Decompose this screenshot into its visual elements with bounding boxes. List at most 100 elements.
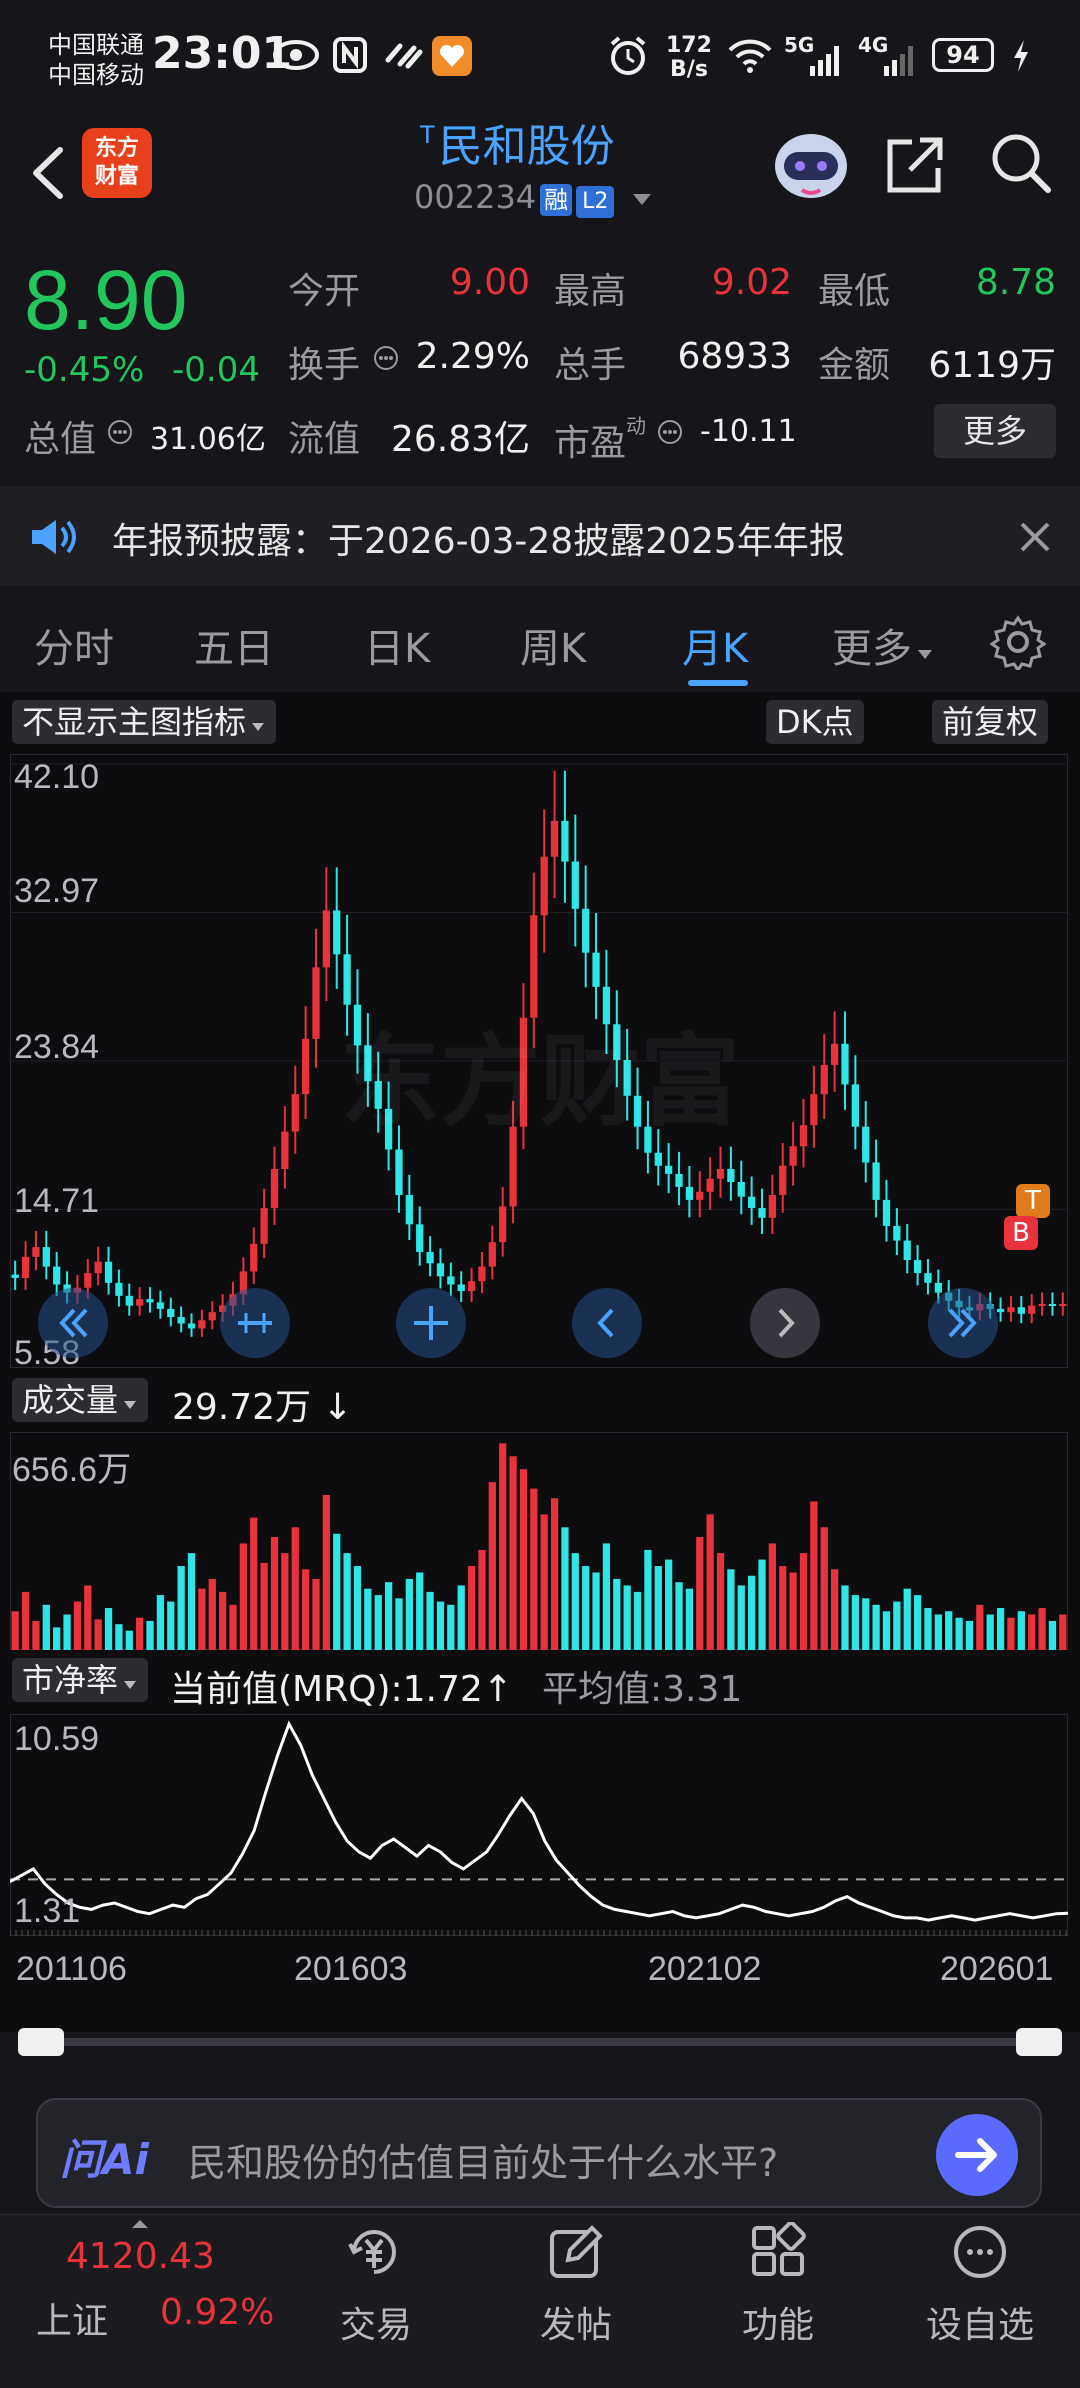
zoom-out-button[interactable] bbox=[220, 1288, 290, 1358]
candle-body bbox=[665, 1165, 673, 1174]
share-icon[interactable] bbox=[882, 132, 948, 198]
volume-bar bbox=[550, 1498, 559, 1650]
logo-line-1: 东方 bbox=[94, 136, 139, 161]
float-cap-label: 流值 bbox=[288, 419, 361, 460]
volume-chart[interactable] bbox=[10, 1432, 1068, 1650]
main-indicator-select[interactable]: 不显示主图指标 bbox=[12, 700, 277, 744]
ai-send-button[interactable] bbox=[936, 2114, 1018, 2196]
ai-question-bar[interactable]: 问Ai 民和股份的估值目前处于什么水平? bbox=[36, 2098, 1042, 2208]
volume-bar bbox=[167, 1601, 175, 1650]
index-name[interactable]: 上证 bbox=[36, 2292, 108, 2344]
range-slider-left-handle[interactable] bbox=[18, 2028, 64, 2056]
function-grid-icon[interactable] bbox=[748, 2222, 808, 2282]
info-icon[interactable] bbox=[106, 418, 134, 446]
trade-yen-icon[interactable] bbox=[344, 2222, 404, 2282]
more-dots-icon[interactable] bbox=[950, 2222, 1010, 2282]
stock-title-text: 民和股份 bbox=[438, 121, 615, 172]
scroll-right-button[interactable] bbox=[750, 1288, 820, 1358]
trade-marker-b[interactable]: B bbox=[1004, 1216, 1038, 1250]
volume-indicator-select[interactable]: 成交量 bbox=[12, 1378, 149, 1422]
volume-bar bbox=[260, 1562, 268, 1650]
dk-point-button[interactable]: DK点 bbox=[766, 700, 864, 744]
ai-logo: 问Ai bbox=[60, 2135, 149, 2184]
pb-chart[interactable] bbox=[10, 1714, 1068, 1936]
volume-bar bbox=[955, 1617, 963, 1650]
nav-trade[interactable]: 交易 bbox=[340, 2296, 412, 2348]
settings-gear-icon[interactable] bbox=[990, 614, 1046, 670]
volume-bar bbox=[820, 1527, 828, 1650]
tab-weekly-k[interactable]: 周K bbox=[520, 616, 586, 674]
nav-watchlist[interactable]: 设自选 bbox=[926, 2296, 1034, 2348]
pb-indicator-select[interactable]: 市净率 bbox=[12, 1658, 149, 1702]
range-slider-right-handle[interactable] bbox=[1016, 2028, 1062, 2056]
net-speed: 172 B/s bbox=[666, 34, 712, 82]
volume-bar bbox=[789, 1572, 797, 1650]
ai-prompt-text: 民和股份的估值目前处于什么水平? bbox=[188, 2141, 779, 2185]
chevron-down-icon bbox=[252, 723, 265, 731]
volume-bar bbox=[219, 1591, 227, 1650]
zoom-in-button[interactable] bbox=[396, 1288, 466, 1358]
pb-current-value: 当前值(MRQ):1.72↑ bbox=[170, 1669, 513, 1710]
nfc-icon bbox=[333, 37, 367, 73]
chevron-up-icon[interactable] bbox=[130, 2218, 150, 2230]
svg-text:5G: 5G bbox=[784, 33, 814, 57]
volume-bar bbox=[53, 1627, 61, 1650]
candle-body bbox=[540, 856, 548, 916]
scroll-left-button[interactable] bbox=[572, 1288, 642, 1358]
trade-marker-t[interactable]: T bbox=[1016, 1184, 1050, 1218]
search-icon[interactable] bbox=[988, 130, 1054, 196]
post-edit-icon[interactable] bbox=[546, 2222, 606, 2282]
market-cap-value: 31.06亿 bbox=[150, 422, 266, 457]
volume-bar bbox=[633, 1591, 642, 1650]
adjust-mode-button[interactable]: 前复权 bbox=[932, 700, 1049, 744]
volume-bar bbox=[986, 1614, 994, 1650]
current-price: 8.90 bbox=[24, 253, 188, 347]
volume-bar bbox=[187, 1553, 196, 1650]
tab-monthly-k[interactable]: 月K bbox=[682, 616, 748, 674]
info-icon[interactable] bbox=[372, 344, 400, 372]
x-tick-label: 201106 bbox=[16, 1950, 127, 1988]
scroll-to-end-button[interactable] bbox=[928, 1288, 998, 1358]
app-notify-icon bbox=[432, 36, 472, 76]
tab-daily-k[interactable]: 日K bbox=[364, 616, 430, 674]
change-value: -0.04 bbox=[172, 350, 260, 390]
pe-label: 市盈动 bbox=[554, 410, 646, 466]
index-change[interactable]: 0.92% bbox=[160, 2292, 274, 2333]
volume-max-label: 656.6万 bbox=[12, 1451, 132, 1489]
volume-bar bbox=[706, 1514, 714, 1650]
volume-current-value: 29.72万 ↓ bbox=[172, 1387, 353, 1428]
close-icon[interactable] bbox=[1018, 520, 1052, 554]
app-logo[interactable]: 东方 财富 bbox=[82, 128, 152, 198]
chevron-down-icon bbox=[918, 650, 932, 659]
stock-code-row[interactable]: 002234 融 L2 bbox=[414, 178, 653, 218]
pb-line bbox=[10, 1720, 1068, 1922]
info-icon[interactable] bbox=[656, 418, 684, 446]
candle-body bbox=[343, 954, 351, 1005]
volume-bar bbox=[882, 1611, 891, 1650]
volume-bar bbox=[405, 1578, 413, 1650]
x-tick-label: 202601 bbox=[940, 1950, 1054, 1988]
index-value[interactable]: 4120.43 bbox=[66, 2236, 215, 2277]
volume-bar bbox=[758, 1559, 766, 1650]
tab-five-day[interactable]: 五日 bbox=[194, 616, 274, 674]
volume-bar bbox=[737, 1585, 745, 1650]
nav-post[interactable]: 发帖 bbox=[540, 2296, 612, 2348]
candle-body bbox=[872, 1162, 880, 1200]
more-button[interactable]: 更多 bbox=[934, 404, 1056, 458]
back-arrow-icon[interactable] bbox=[22, 138, 82, 208]
volume-bar bbox=[519, 1469, 528, 1650]
stock-name[interactable]: T民和股份 bbox=[420, 110, 615, 174]
volume-bar bbox=[447, 1604, 455, 1650]
volume-bar bbox=[239, 1543, 248, 1650]
candle-body bbox=[799, 1125, 808, 1147]
nav-function[interactable]: 功能 bbox=[742, 2296, 814, 2348]
announcement-bar[interactable]: 年报预披露：于2026-03-28披露2025年年报 bbox=[0, 486, 1080, 586]
tab-intraday[interactable]: 分时 bbox=[34, 616, 114, 674]
tab-more[interactable]: 更多 bbox=[832, 616, 934, 674]
scroll-to-start-button[interactable] bbox=[38, 1288, 108, 1358]
ai-assistant-avatar-icon[interactable] bbox=[770, 126, 852, 204]
range-slider-track[interactable] bbox=[20, 2038, 1060, 2046]
candle-body bbox=[716, 1169, 725, 1179]
volume-bar bbox=[571, 1553, 579, 1650]
volume-bar bbox=[1038, 1608, 1046, 1650]
